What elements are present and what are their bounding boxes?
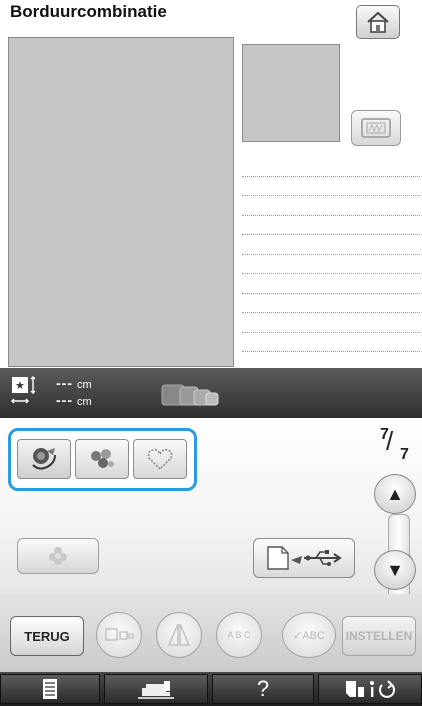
document-icon [43,679,57,699]
scroll-down-button[interactable]: ▼ [374,550,416,590]
sewing-machine-icon [138,681,174,699]
single-pattern-button[interactable] [17,538,99,574]
set-button[interactable]: INSTELLEN [342,616,416,656]
list-item [242,255,420,274]
size-info-bar: ★ --- cm --- cm [0,368,422,418]
list-item [242,177,420,196]
machine-button[interactable] [104,674,208,704]
preview-frame-button[interactable] [351,110,401,146]
pattern-button-flowers[interactable] [75,439,129,479]
file-to-usb-icon [267,546,342,570]
settings-icon [346,680,395,698]
arrange-button[interactable] [96,612,142,658]
mirror-icon [167,623,191,646]
check-text-button[interactable]: ✓ABC [282,612,336,658]
check-text-label: ✓ABC [293,629,325,642]
page-title: Borduurcombinatie [10,2,167,21]
list-item [242,157,420,177]
embroidery-frame-icon [361,118,391,138]
pattern-button-heart[interactable] [133,439,187,479]
heart-pattern-icon [147,449,173,471]
list-item [242,216,420,235]
embroidery-preview-area [8,37,234,367]
document-button[interactable] [0,674,100,704]
pattern-button-roses[interactable] [17,439,71,479]
list-item [242,274,420,294]
size-dimensions-icon: ★ [11,376,36,404]
pattern-thumbnail-preview [242,44,340,142]
back-button[interactable]: TERUG [10,616,84,656]
list-item [242,196,420,216]
home-button[interactable] [356,5,400,39]
help-icon: ? [256,676,270,701]
taskbar: ? [0,672,422,706]
roses-pattern-icon [32,448,56,470]
list-item [242,235,420,255]
color-info-list [242,157,420,352]
curve-text-button[interactable]: A B C [216,612,262,658]
list-item [242,313,420,333]
triangle-up-icon: ▲ [386,483,404,504]
svg-text:★: ★ [15,379,25,392]
pattern-selection-frame [8,428,197,491]
page-indicator: 7 / 7 [380,426,409,463]
arrange-blocks-icon [105,628,134,641]
triangle-down-icon: ▼ [386,559,404,580]
width-readout: --- cm [56,392,92,408]
list-item [242,333,420,352]
hoop-sizes-icon [161,384,219,406]
curve-text-label: A B C [227,630,251,640]
height-readout: --- cm [56,375,92,391]
home-icon [367,11,389,33]
scroll-up-button[interactable]: ▲ [374,474,416,514]
help-button[interactable]: ? [212,674,314,704]
flower-pattern-icon [49,547,67,565]
list-item [242,294,420,313]
pattern-selection-panel: 7 / 7 ▲ ▼ [0,418,422,606]
settings-button[interactable] [318,674,422,704]
mirror-button[interactable] [156,612,202,658]
usb-import-button[interactable] [253,538,355,578]
bottom-controls: TERUG A B C ✓ABC INSTELLEN [0,594,422,672]
flowers-pattern-icon [91,449,114,468]
